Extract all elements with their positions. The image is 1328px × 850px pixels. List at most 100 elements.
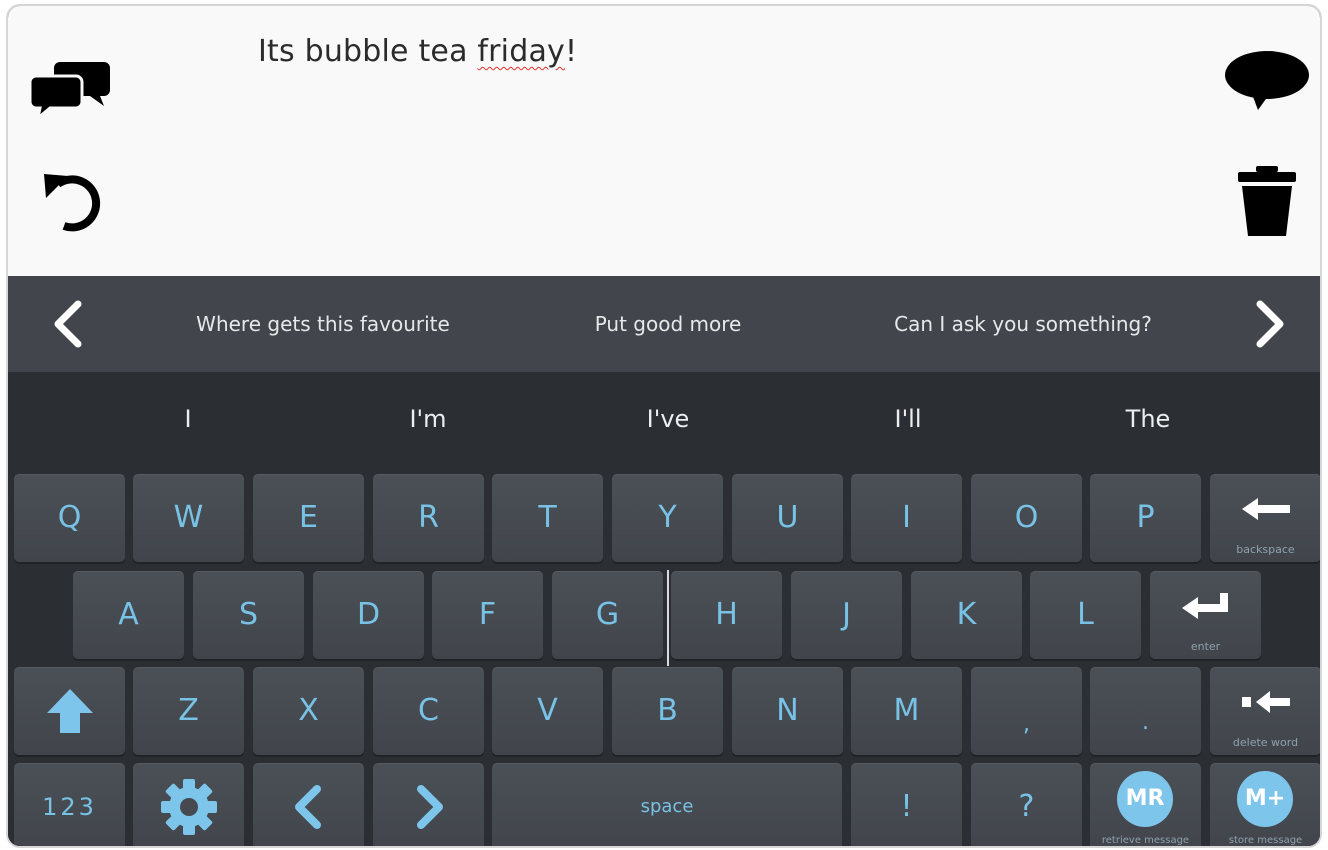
delete-word-key[interactable]: delete word <box>1210 667 1320 755</box>
key-e[interactable]: E <box>253 474 364 562</box>
key-g[interactable]: G <box>552 571 663 659</box>
undo-icon[interactable] <box>38 168 104 234</box>
store-message-key[interactable]: M+ store message <box>1210 763 1320 846</box>
key-q[interactable]: Q <box>14 474 125 562</box>
chevron-left-icon <box>54 300 82 348</box>
keyboard: Q W E R T Y U I O P backspace A S D F G … <box>8 470 1320 846</box>
prediction-word[interactable]: I'll <box>793 372 1023 466</box>
store-label: store message <box>1228 835 1303 846</box>
cursor-right-key[interactable] <box>373 763 484 846</box>
backspace-arrow-icon <box>1241 498 1290 520</box>
key-o[interactable]: O <box>971 474 1082 562</box>
key-label: B <box>657 693 678 728</box>
key-label: . <box>1142 710 1149 735</box>
phrase-prev-button[interactable] <box>44 298 94 350</box>
enter-arrow-icon <box>1181 593 1228 619</box>
key-label: I <box>902 500 911 535</box>
word-prediction-bar: I I'm I've I'll The <box>8 372 1320 470</box>
key-h[interactable]: H <box>671 571 782 659</box>
speech-bubble-icon[interactable] <box>1224 50 1310 110</box>
key-comma[interactable]: , <box>971 667 1082 755</box>
key-z[interactable]: Z <box>133 667 244 755</box>
key-t[interactable]: T <box>492 474 603 562</box>
shift-key[interactable] <box>14 667 125 755</box>
backspace-label: backspace <box>1236 543 1295 556</box>
key-j[interactable]: J <box>791 571 902 659</box>
key-v[interactable]: V <box>492 667 603 755</box>
misspelled-word[interactable]: friday <box>477 34 565 69</box>
key-label: D <box>356 597 381 632</box>
key-label: , <box>1023 712 1030 737</box>
key-label: E <box>299 500 318 535</box>
chat-bubbles-icon[interactable] <box>30 58 110 120</box>
key-label: P <box>1136 500 1155 535</box>
key-d[interactable]: D <box>313 571 424 659</box>
key-label: ? <box>1018 789 1035 824</box>
key-c[interactable]: C <box>373 667 484 755</box>
key-label: W <box>173 500 204 535</box>
cursor-left-key[interactable] <box>253 763 364 846</box>
drag-handle[interactable] <box>667 570 669 666</box>
key-label: G <box>595 597 620 632</box>
phrase-next-button[interactable] <box>1244 298 1294 350</box>
prediction-word[interactable]: The <box>1033 372 1263 466</box>
key-b[interactable]: B <box>612 667 723 755</box>
phrase-2[interactable]: Put good more <box>548 276 788 372</box>
retrieve-badge: MR <box>1117 771 1173 827</box>
key-exclamation[interactable]: ! <box>851 763 962 846</box>
message-text[interactable]: Its bubble tea friday! <box>258 34 577 69</box>
message-area[interactable]: Its bubble tea friday! <box>8 6 1320 276</box>
key-n[interactable]: N <box>732 667 843 755</box>
key-label: ! <box>900 789 913 824</box>
gear-icon <box>160 779 217 835</box>
key-label: Z <box>178 693 199 728</box>
key-i[interactable]: I <box>851 474 962 562</box>
key-question[interactable]: ? <box>971 763 1082 846</box>
delete-word-icon <box>1241 691 1290 713</box>
key-label: F <box>478 597 497 632</box>
numbers-label: 123 <box>42 793 97 821</box>
key-r[interactable]: R <box>373 474 484 562</box>
key-l[interactable]: L <box>1030 571 1141 659</box>
key-k[interactable]: K <box>911 571 1022 659</box>
chevron-right-icon <box>1256 300 1284 348</box>
key-label: X <box>298 693 319 728</box>
key-p[interactable]: P <box>1090 474 1201 562</box>
chevron-right-icon <box>416 785 443 829</box>
key-label: K <box>956 597 977 632</box>
space-key[interactable]: space <box>492 763 842 846</box>
key-period[interactable]: . <box>1090 667 1201 755</box>
settings-key[interactable] <box>133 763 244 846</box>
key-w[interactable]: W <box>133 474 244 562</box>
delete-word-label: delete word <box>1232 736 1299 749</box>
phrase-1[interactable]: Where gets this favourite <box>158 276 488 372</box>
key-y[interactable]: Y <box>612 474 723 562</box>
key-label: M <box>893 693 920 728</box>
key-label: R <box>418 500 439 535</box>
numbers-key[interactable]: 123 <box>14 763 125 846</box>
key-label: O <box>1014 500 1039 535</box>
retrieve-message-key[interactable]: MR retrieve message <box>1090 763 1201 846</box>
key-label: Y <box>658 500 677 535</box>
enter-label: enter <box>1190 640 1221 653</box>
prediction-word[interactable]: I've <box>553 372 783 466</box>
key-s[interactable]: S <box>193 571 304 659</box>
prediction-word[interactable]: I <box>73 372 303 466</box>
key-label: T <box>538 500 557 535</box>
key-m[interactable]: M <box>851 667 962 755</box>
key-x[interactable]: X <box>253 667 364 755</box>
enter-key[interactable]: enter <box>1150 571 1261 659</box>
key-a[interactable]: A <box>73 571 184 659</box>
key-f[interactable]: F <box>432 571 543 659</box>
key-label: J <box>842 597 851 632</box>
key-label: L <box>1077 597 1094 632</box>
key-label: U <box>776 500 799 535</box>
retrieve-label: retrieve message <box>1101 835 1190 846</box>
key-u[interactable]: U <box>732 474 843 562</box>
phrase-bar: Where gets this favourite Put good more … <box>8 276 1320 372</box>
phrase-3[interactable]: Can I ask you something? <box>868 276 1178 372</box>
key-label: A <box>118 597 139 632</box>
prediction-word[interactable]: I'm <box>313 372 543 466</box>
backspace-key[interactable]: backspace <box>1210 474 1320 562</box>
trash-icon[interactable] <box>1236 166 1298 238</box>
